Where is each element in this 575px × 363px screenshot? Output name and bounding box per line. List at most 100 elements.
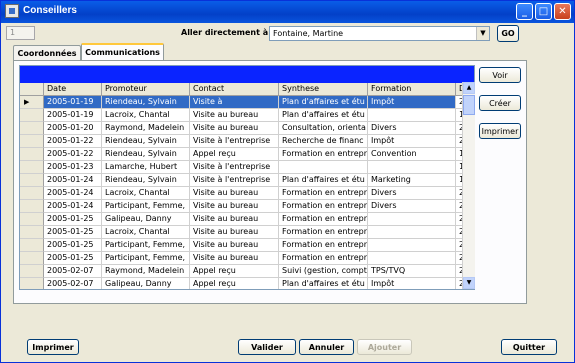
row-selector[interactable] [20,213,44,226]
cell-synthese[interactable]: Plan d'affaires et étu [279,278,368,289]
header-synthese[interactable]: Synthese [279,83,368,96]
row-selector[interactable] [20,187,44,200]
cell-synthese[interactable] [279,161,368,174]
row-selector[interactable] [20,161,44,174]
cell-formation[interactable]: Divers [368,122,456,135]
communications-grid[interactable]: Date Promoteur Contact Synthese Formatio… [19,65,475,290]
cell-date[interactable]: 2005-02-07 [44,278,102,289]
annuler-button[interactable]: Annuler [299,339,354,355]
cell-formation[interactable] [368,109,456,122]
cell-date[interactable]: 2005-01-25 [44,226,102,239]
cell-contact[interactable]: Visite à [190,96,279,109]
cell-synthese[interactable]: Plan d'affaires et étu [279,96,368,109]
cell-contact[interactable]: Visite au bureau [190,200,279,213]
row-selector[interactable] [20,278,44,289]
cell-formation[interactable]: Convention [368,148,456,161]
cell-formation[interactable]: TPS/TVQ [368,265,456,278]
cell-promoteur[interactable]: Lacroix, Chantal [102,109,190,122]
cell-contact[interactable]: Visite au bureau [190,187,279,200]
cell-promoteur[interactable]: Lacroix, Chantal [102,187,190,200]
imprimer-button[interactable]: Imprimer [27,339,79,355]
cell-date[interactable]: 2005-01-24 [44,200,102,213]
row-selector[interactable] [20,239,44,252]
cell-contact[interactable]: Visite à l'entreprise [190,135,279,148]
row-selector[interactable] [20,148,44,161]
cell-formation[interactable]: Divers [368,200,456,213]
cell-promoteur[interactable]: Galipeau, Danny [102,278,190,289]
cell-promoteur[interactable]: Riendeau, Sylvain [102,96,190,109]
table-row[interactable]: 2005-01-25 Galipeau, Danny Visite au burea… [20,213,474,226]
cell-promoteur[interactable]: Riendeau, Sylvain [102,148,190,161]
scroll-up-icon[interactable]: ▲ [463,82,475,94]
aller-combo[interactable]: Fontaine, Martine ▼ [269,26,490,41]
row-selector[interactable] [20,265,44,278]
table-row[interactable]: 2005-01-22 Riendeau, Sylvain Visite à l'en… [20,135,474,148]
table-row[interactable]: ▶ 2005-01-19 Riendeau, Sylvain Visite à Plan… [20,96,474,109]
table-row[interactable]: 2005-01-25 Participant, Femme, Visite au b… [20,252,474,265]
table-row[interactable]: 2005-01-19 Lacroix, Chantal Visite au bure… [20,109,474,122]
cell-date[interactable]: 2005-01-25 [44,239,102,252]
cell-synthese[interactable]: Formation en entrepr [279,239,368,252]
cell-date[interactable]: 2005-02-07 [44,265,102,278]
cell-contact[interactable]: Visite au bureau [190,252,279,265]
table-row[interactable]: 2005-01-22 Riendeau, Sylvain Appel reçu For… [20,148,474,161]
cell-synthese[interactable]: Formation en entrepr [279,213,368,226]
cell-date[interactable]: 2005-01-25 [44,213,102,226]
row-selector[interactable] [20,122,44,135]
row-selector[interactable] [20,226,44,239]
creer-button[interactable]: Créer [479,95,521,111]
cell-formation[interactable] [368,239,456,252]
cell-synthese[interactable]: Plan d'affaires et étu [279,174,368,187]
table-row[interactable]: 2005-02-07 Galipeau, Danny Appel reçu Plan … [20,278,474,289]
cell-promoteur[interactable]: Participant, Femme, [102,239,190,252]
cell-formation[interactable]: Divers [368,187,456,200]
cell-contact[interactable]: Visite à l'entreprise [190,161,279,174]
scroll-thumb[interactable] [463,95,475,115]
cell-date[interactable]: 2005-01-25 [44,252,102,265]
table-row[interactable]: 2005-01-25 Participant, Femme, Visite au b… [20,239,474,252]
cell-contact[interactable]: Visite au bureau [190,109,279,122]
cell-promoteur[interactable]: Raymond, Madelein [102,265,190,278]
cell-date[interactable]: 2005-01-23 [44,161,102,174]
cell-date[interactable]: 2005-01-24 [44,174,102,187]
cell-contact[interactable]: Appel reçu [190,148,279,161]
cell-formation[interactable]: Impôt [368,135,456,148]
header-formation[interactable]: Formation [368,83,456,96]
table-row[interactable]: 2005-02-07 Raymond, Madelein Appel reçu Sui… [20,265,474,278]
cell-synthese[interactable]: Formation en entrepr [279,187,368,200]
cell-synthese[interactable]: Formation en entrepr [279,200,368,213]
cell-promoteur[interactable]: Riendeau, Sylvain [102,135,190,148]
cell-synthese[interactable]: Consultation, orienta [279,122,368,135]
cell-contact[interactable]: Visite au bureau [190,213,279,226]
table-row[interactable]: 2005-01-24 Participant, Femme, Visite au b… [20,200,474,213]
table-row[interactable]: 2005-01-25 Lacroix, Chantal Visite au bure… [20,226,474,239]
cell-synthese[interactable]: Plan d'affaires et étu [279,109,368,122]
close-button[interactable]: ✕ [554,3,571,20]
cell-formation[interactable] [368,226,456,239]
cell-promoteur[interactable]: Raymond, Madelein [102,122,190,135]
row-selector[interactable] [20,135,44,148]
cell-promoteur[interactable]: Riendeau, Sylvain [102,174,190,187]
row-selector[interactable] [20,200,44,213]
minimize-button[interactable]: _ [516,3,533,20]
voir-button[interactable]: Voir [479,67,521,83]
cell-contact[interactable]: Appel reçu [190,278,279,289]
cell-formation[interactable]: Impôt [368,96,456,109]
cell-promoteur[interactable]: Participant, Femme, [102,200,190,213]
cell-date[interactable]: 2005-01-19 [44,109,102,122]
cell-contact[interactable]: Visite à l'entreprise [190,174,279,187]
cell-formation[interactable] [368,252,456,265]
cell-contact[interactable]: Visite au bureau [190,122,279,135]
cell-promoteur[interactable]: Participant, Femme, [102,252,190,265]
imprimer-grid-button[interactable]: Imprimer [479,123,521,139]
row-selector[interactable] [20,252,44,265]
row-selector[interactable]: ▶ [20,96,44,109]
header-contact[interactable]: Contact [190,83,279,96]
cell-date[interactable]: 2005-01-24 [44,187,102,200]
row-selector[interactable] [20,109,44,122]
header-promoteur[interactable]: Promoteur [102,83,190,96]
tab-coordonnees[interactable]: Coordonnées [13,45,81,60]
cell-promoteur[interactable]: Lamarche, Hubert [102,161,190,174]
cell-formation[interactable]: Impôt [368,278,456,289]
cell-promoteur[interactable]: Lacroix, Chantal [102,226,190,239]
